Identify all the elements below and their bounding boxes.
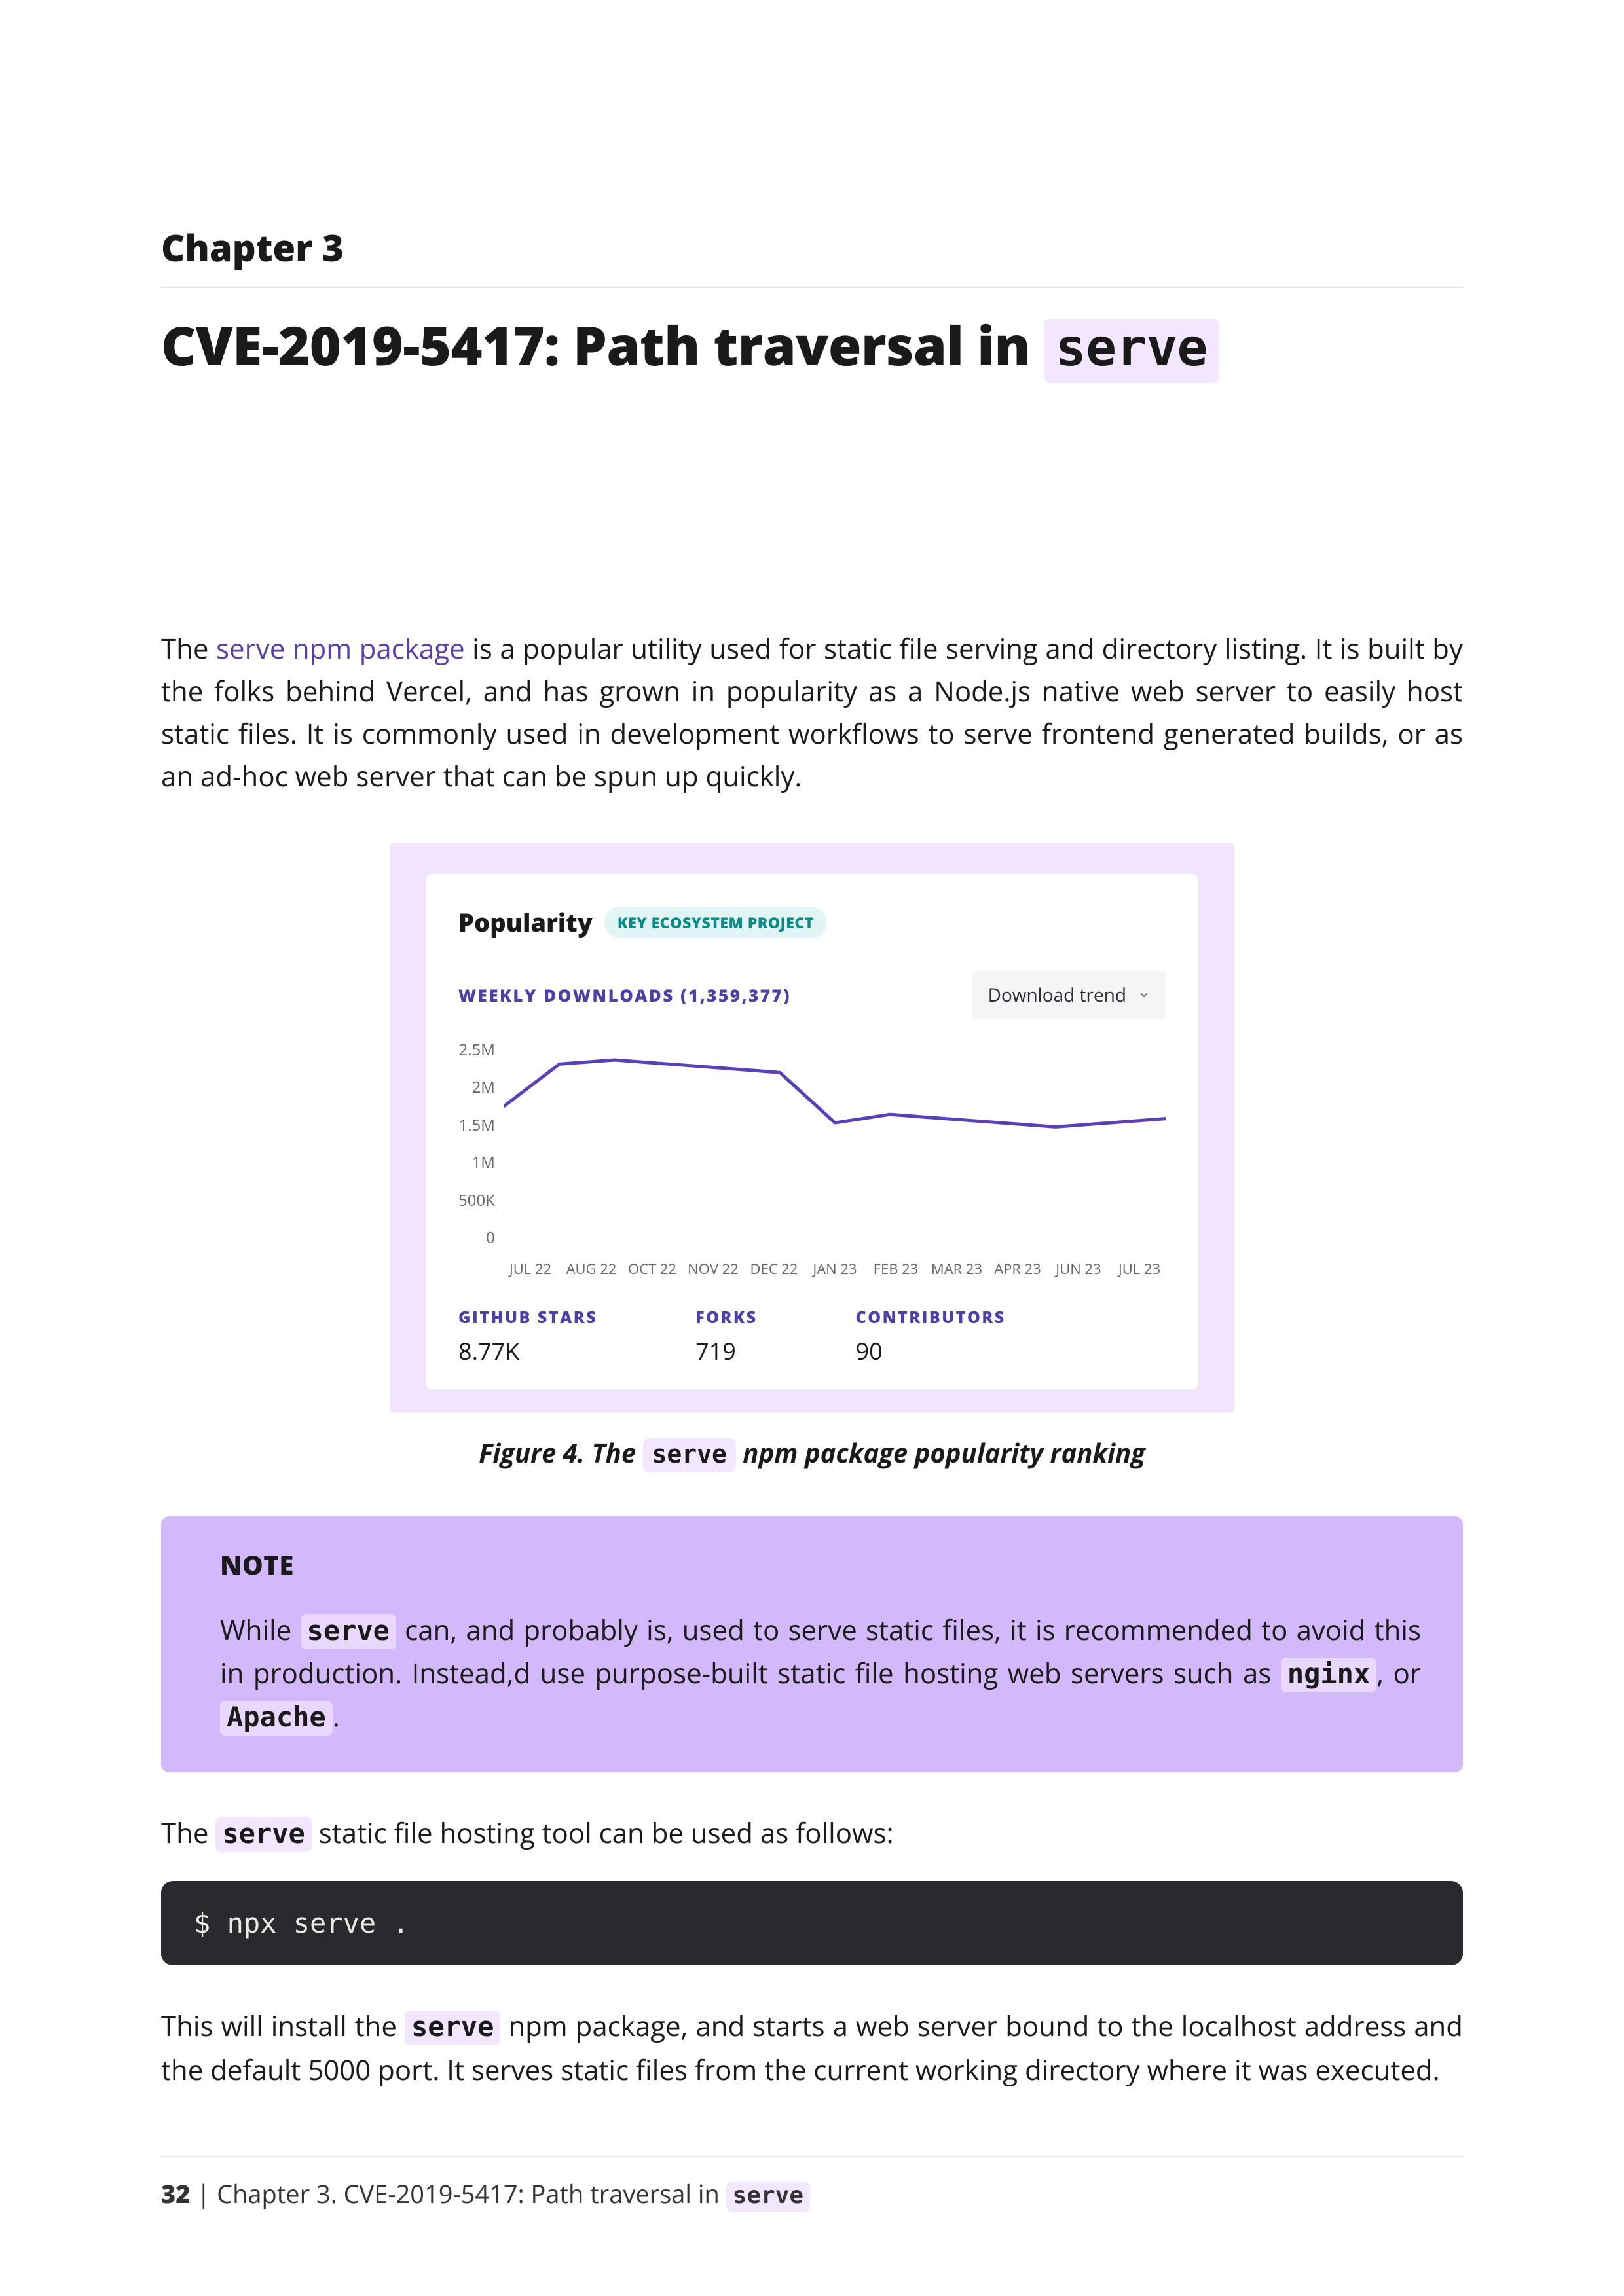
x-tick: JUL 22 — [504, 1259, 557, 1279]
x-tick: JUL 23 — [1113, 1259, 1166, 1279]
x-tick: AUG 22 — [565, 1259, 618, 1279]
footer-code: serve — [726, 2182, 810, 2212]
download-trend-dropdown[interactable]: Download trend — [972, 971, 1166, 1019]
stat-stars: GITHUB STARS 8.77K — [458, 1306, 597, 1367]
downloads-chart: 2.5M 2M 1.5M 1M 500K 0 JUL 22 AUG 22 OCT 22 NOV … — [458, 1039, 1166, 1279]
chart-plot — [504, 1039, 1166, 1248]
code-block-npx: $ npx serve . — [161, 1881, 1463, 1965]
x-tick: APR 23 — [991, 1259, 1044, 1279]
caption-text: Figure 4. The — [479, 1434, 642, 1470]
code-serve: serve — [301, 1614, 396, 1649]
y-tick: 1M — [472, 1152, 495, 1173]
intro-text: The — [161, 630, 216, 667]
title-text: CVE-2019-5417: Path traversal in — [161, 308, 1044, 382]
popularity-card: Popularity KEY ECOSYSTEM PROJECT WEEKLY … — [425, 873, 1199, 1390]
stat-value: 90 — [856, 1335, 1006, 1367]
note-callout: NOTE While serve can, and probably is, u… — [161, 1516, 1463, 1772]
x-tick: DEC 22 — [748, 1259, 800, 1279]
chapter-label: Chapter 3 — [161, 223, 1463, 272]
chart-line-svg — [504, 1039, 1166, 1248]
y-tick: 2.5M — [459, 1039, 495, 1061]
y-tick: 0 — [486, 1227, 495, 1248]
y-tick: 2M — [472, 1076, 495, 1098]
ecosystem-badge: KEY ECOSYSTEM PROJECT — [604, 907, 827, 938]
x-tick: OCT 22 — [626, 1259, 678, 1279]
stats-row: GITHUB STARS 8.77K FORKS 719 CONTRIBUTOR… — [458, 1306, 1166, 1367]
code-serve-inline: serve — [215, 1817, 311, 1852]
caption-code: serve — [643, 1438, 736, 1472]
y-tick: 1.5M — [459, 1114, 495, 1136]
after-code-paragraph: This will install the serve npm package,… — [161, 2005, 1463, 2090]
chevron-down-icon — [1138, 989, 1150, 1001]
x-tick: JUN 23 — [1052, 1259, 1105, 1279]
weekly-downloads-label: WEEKLY DOWNLOADS (1,359,377) — [458, 983, 791, 1007]
title-code: serve — [1044, 319, 1219, 383]
stat-label: CONTRIBUTORS — [856, 1306, 1006, 1328]
figure-caption: Figure 4. The serve npm package populari… — [161, 1434, 1463, 1470]
divider — [161, 287, 1463, 288]
y-tick: 500K — [458, 1190, 495, 1211]
x-tick: FEB 23 — [870, 1259, 922, 1279]
code-nginx: nginx — [1281, 1658, 1376, 1692]
intro-paragraph: The serve npm package is a popular utili… — [161, 627, 1463, 797]
note-title: NOTE — [220, 1546, 1421, 1582]
x-tick: MAR 23 — [931, 1259, 983, 1279]
stat-forks: FORKS 719 — [695, 1306, 757, 1367]
figure-container: Popularity KEY ECOSYSTEM PROJECT WEEKLY … — [390, 843, 1234, 1412]
page-footer: 32 | Chapter 3. CVE-2019-5417: Path trav… — [161, 2156, 1463, 2211]
caption-text-cont: npm package popularity ranking — [736, 1434, 1145, 1470]
note-body: While serve can, and probably is, used t… — [220, 1609, 1421, 1738]
serve-npm-link[interactable]: serve npm package — [216, 630, 465, 667]
x-tick: JAN 23 — [809, 1259, 861, 1279]
chart-y-axis: 2.5M 2M 1.5M 1M 500K 0 — [458, 1039, 504, 1248]
stat-label: FORKS — [695, 1306, 757, 1328]
page-number: 32 — [161, 2177, 191, 2211]
stat-contributors: CONTRIBUTORS 90 — [856, 1306, 1006, 1367]
chart-x-axis: JUL 22 AUG 22 OCT 22 NOV 22 DEC 22 JAN 23 FEB … — [458, 1248, 1166, 1279]
stat-label: GITHUB STARS — [458, 1306, 597, 1328]
stat-value: 8.77K — [458, 1335, 597, 1367]
code-apache: Apache — [220, 1701, 333, 1736]
code-serve-inline-2: serve — [405, 2011, 500, 2045]
popularity-heading: Popularity — [458, 905, 593, 939]
page-title: CVE-2019-5417: Path traversal in serve — [161, 314, 1463, 378]
stat-value: 719 — [695, 1335, 757, 1367]
x-tick: NOV 22 — [687, 1259, 739, 1279]
footer-text: Chapter 3. CVE-2019-5417: Path traversal… — [217, 2177, 726, 2211]
usage-intro: The serve static file hosting tool can b… — [161, 1812, 1463, 1855]
dropdown-label: Download trend — [988, 983, 1126, 1008]
